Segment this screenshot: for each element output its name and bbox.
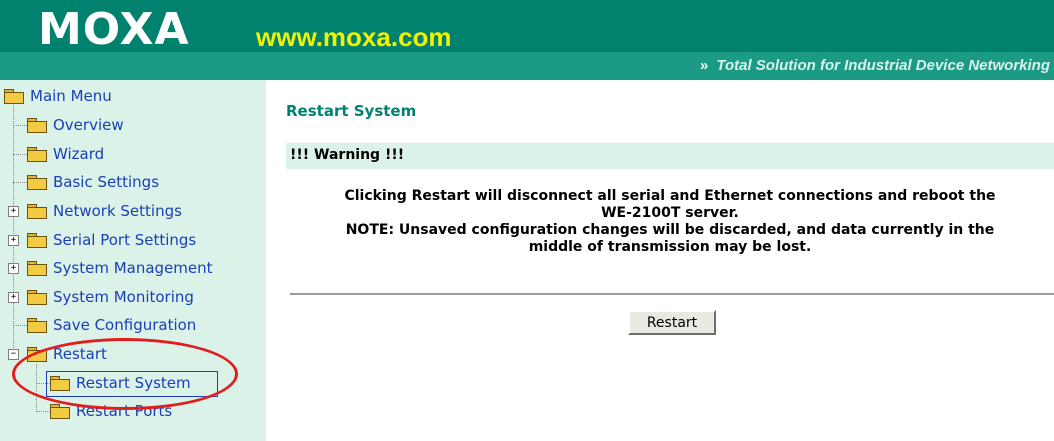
folder-icon [27, 147, 47, 162]
site-url[interactable]: www.moxa.com [256, 22, 452, 52]
sidebar-item-label: Overview [53, 116, 124, 134]
sidebar-item-label: System Management [53, 259, 213, 277]
sidebar-item-label: Network Settings [53, 202, 182, 220]
folder-icon [27, 290, 47, 305]
sidebar-item-wizard[interactable]: Wizard [27, 143, 104, 165]
tree-line [36, 411, 50, 412]
message-line: Clicking Restart will disconnect all ser… [344, 188, 996, 204]
folder-icon [27, 233, 47, 248]
warning-heading: !!! Warning !!! [290, 147, 405, 163]
sidebar-item-system-management[interactable]: System Management [27, 257, 213, 279]
header-banner: MOXA www.moxa.com » Total Solution for In… [0, 0, 1054, 80]
sidebar-item-label: Wizard [53, 145, 105, 163]
folder-icon [27, 175, 47, 190]
expand-system-management-icon[interactable]: + [8, 263, 19, 274]
annotation-circle [12, 338, 238, 410]
moxa-logo: MOXA [38, 4, 190, 55]
sidebar-item-main-menu[interactable]: Main Menu [4, 85, 112, 107]
tagline-text: Total Solution for Industrial Device Net… [716, 57, 1050, 74]
tree-line [13, 154, 27, 155]
folder-icon [27, 318, 47, 333]
warning-bar: !!! Warning !!! [286, 143, 1054, 169]
sidebar-item-label: Basic Settings [53, 173, 160, 191]
expand-serial-port-settings-icon[interactable]: + [8, 235, 19, 246]
folder-icon [27, 204, 47, 219]
double-arrow-icon: » [700, 57, 709, 74]
divider [290, 293, 1054, 295]
sidebar-item-network-settings[interactable]: Network Settings [27, 200, 182, 222]
sidebar-item-label: System Monitoring [53, 288, 194, 306]
sidebar-item-label: Save Configuration [53, 316, 197, 334]
tree-line [13, 103, 14, 358]
tree-line [13, 325, 27, 326]
sidebar-item-system-monitoring[interactable]: System Monitoring [27, 286, 194, 308]
restart-button[interactable]: Restart [628, 310, 716, 335]
page-title: Restart System [286, 102, 417, 120]
message-line: WE-2100T server. [601, 205, 739, 221]
restart-message: Clicking Restart will disconnect all ser… [286, 188, 1054, 256]
sidebar-item-save-configuration[interactable]: Save Configuration [27, 314, 196, 336]
sidebar-item-overview[interactable]: Overview [27, 114, 124, 136]
folder-icon [27, 261, 47, 276]
expand-network-settings-icon[interactable]: + [8, 206, 19, 217]
tagline: » Total Solution for Industrial Device Ne… [700, 56, 1050, 76]
open-folder-icon [4, 89, 24, 104]
collapse-restart-icon[interactable]: − [8, 349, 19, 360]
folder-icon [50, 404, 70, 419]
message-line: middle of transmission may be lost. [528, 239, 812, 255]
folder-icon [27, 118, 47, 133]
sidebar-item-serial-port-settings[interactable]: Serial Port Settings [27, 229, 196, 251]
expand-system-monitoring-icon[interactable]: + [8, 292, 19, 303]
main-content: Restart System !!! Warning !!! Clicking … [266, 80, 1054, 441]
sidebar-item-basic-settings[interactable]: Basic Settings [27, 171, 159, 193]
tree-line [13, 182, 27, 183]
sidebar-item-label: Serial Port Settings [53, 231, 197, 249]
message-line: NOTE: Unsaved configuration changes will… [345, 222, 995, 238]
sidebar-item-label: Main Menu [30, 87, 112, 105]
tree-line [13, 125, 27, 126]
